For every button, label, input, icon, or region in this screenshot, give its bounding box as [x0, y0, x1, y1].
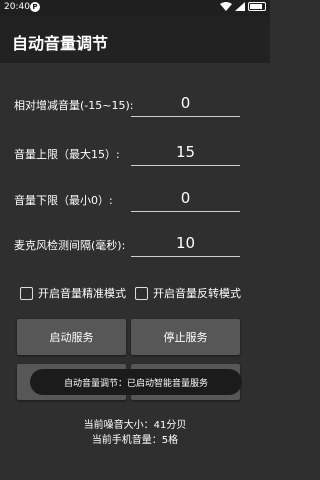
- status-bar: 20:40 P: [0, 0, 270, 17]
- relative-volume-label: 相对增减音量(-15~15):: [14, 99, 134, 112]
- precise-mode-checkbox[interactable]: 开启音量精准模式: [20, 285, 126, 301]
- battery-icon: [248, 2, 266, 11]
- volume-min-label: 音量下限（最小0）:: [14, 194, 113, 207]
- reverse-mode-label: 开启音量反转模式: [153, 287, 241, 300]
- notification-icon: P: [30, 2, 40, 12]
- noise-level-text: 当前噪音大小：41分贝: [83, 420, 187, 431]
- relative-volume-input[interactable]: 0: [131, 90, 240, 117]
- page-title: 自动音量调节: [12, 34, 109, 53]
- phone-volume-text: 当前手机音量：5格: [91, 435, 179, 446]
- toast-message: 自动音量调节：已启动智能音量服务: [30, 369, 242, 395]
- signal-icon: [235, 2, 245, 11]
- reverse-mode-checkbox[interactable]: 开启音量反转模式: [135, 285, 241, 301]
- mic-interval-label: 麦克风检测间隔(毫秒):: [14, 239, 126, 252]
- checkbox-box-icon: [135, 286, 148, 300]
- wifi-icon: [220, 2, 232, 11]
- checkbox-box-icon: [20, 286, 33, 300]
- status-icons: [220, 2, 266, 11]
- status-time: 20:40: [4, 2, 30, 12]
- precise-mode-label: 开启音量精准模式: [38, 287, 126, 300]
- volume-min-input[interactable]: 0: [131, 185, 240, 212]
- volume-max-label: 音量上限（最大15）:: [14, 148, 120, 161]
- stop-service-button[interactable]: 停止服务: [131, 319, 240, 355]
- start-service-button[interactable]: 启动服务: [17, 319, 126, 355]
- mic-interval-input[interactable]: 10: [131, 230, 240, 257]
- volume-max-input[interactable]: 15: [131, 139, 240, 166]
- app-bar: 自动音量调节: [0, 17, 270, 63]
